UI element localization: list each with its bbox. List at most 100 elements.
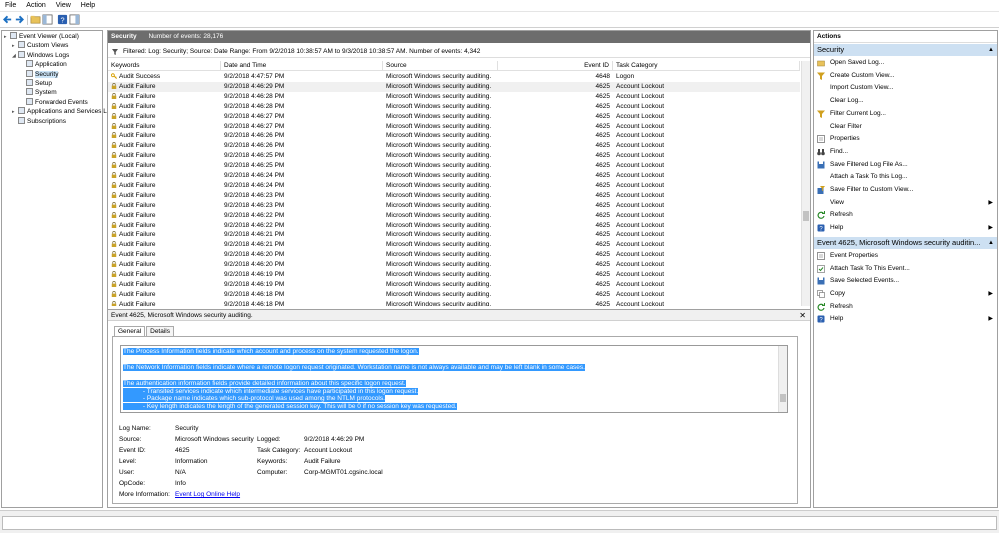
cell-keywords: Audit Failure (111, 270, 156, 280)
tree-item-setup[interactable]: Setup (20, 79, 52, 88)
tree-item-event-viewer-local[interactable]: ▸ Event Viewer (Local) (4, 32, 79, 41)
tree-item-system[interactable]: System (20, 88, 57, 97)
folder-icon (817, 60, 825, 67)
table-row[interactable]: Audit Failure 9/2/2018 4:46:22 PM Microsof… (108, 221, 800, 231)
folder-up-icon[interactable] (30, 14, 41, 25)
table-row[interactable]: Audit Failure 9/2/2018 4:46:27 PM Microsof… (108, 112, 800, 122)
menu-action[interactable]: Action (21, 0, 50, 9)
keyword-text: Audit Failure (119, 261, 156, 269)
column-header-date-and-time[interactable]: Date and Time (221, 61, 383, 71)
column-header-keywords[interactable]: Keywords (108, 61, 221, 71)
forward-arrow-icon[interactable] (14, 14, 25, 25)
table-row[interactable]: Audit Failure 9/2/2018 4:46:24 PM Microsof… (108, 171, 800, 181)
message-line: - Key length indicates the length of the… (123, 403, 457, 411)
scrollbar-thumb[interactable] (780, 394, 786, 402)
keyword-text: Audit Failure (119, 201, 156, 209)
table-row[interactable]: Audit Failure 9/2/2018 4:46:20 PM Microsof… (108, 250, 800, 260)
events-scrollbar[interactable] (801, 61, 810, 306)
table-row[interactable]: Audit Failure 9/2/2018 4:46:19 PM Microsof… (108, 280, 800, 290)
table-row[interactable]: Audit Failure 9/2/2018 4:46:25 PM Microsof… (108, 161, 800, 171)
table-row[interactable]: Audit Failure 9/2/2018 4:46:23 PM Microsof… (108, 201, 800, 211)
scrollbar-thumb[interactable] (803, 211, 809, 221)
action-refresh[interactable]: Refresh (814, 209, 997, 221)
show-hide-tree-icon[interactable] (42, 14, 53, 25)
column-header-task-category[interactable]: Task Category (613, 61, 800, 71)
table-row[interactable]: Audit Failure 9/2/2018 4:46:28 PM Microsof… (108, 102, 800, 112)
message-line: The Process Information fields indicate … (123, 348, 419, 356)
event-message-box[interactable]: The Process Information fields indicate … (120, 345, 788, 413)
table-row[interactable]: Audit Failure 9/2/2018 4:46:29 PM Microsof… (108, 81, 800, 92)
table-row[interactable]: Audit Failure 9/2/2018 4:46:21 PM Microsof… (108, 230, 800, 240)
close-icon[interactable]: ✕ (799, 310, 806, 321)
table-row[interactable]: Audit Failure 9/2/2018 4:46:18 PM Microsof… (108, 300, 800, 306)
action-help[interactable]: ? Help ▶ (814, 313, 997, 325)
menu-view[interactable]: View (51, 0, 76, 9)
action-create-custom-view[interactable]: Create Custom View... (814, 70, 997, 82)
action-clear-filter[interactable]: Clear Filter (814, 121, 997, 133)
collapse-caret-icon[interactable]: ▲ (988, 44, 994, 56)
actions-section-security[interactable]: Security ▲ (814, 44, 997, 56)
table-row[interactable]: Audit Failure 9/2/2018 4:46:23 PM Microsof… (108, 191, 800, 201)
tab-details[interactable]: Details (146, 326, 174, 336)
cell-source: Microsoft Windows security auditing. (386, 122, 492, 130)
event-log-online-help-link[interactable]: Event Log Online Help (175, 489, 240, 500)
action-save-filtered-log-file-as[interactable]: Save Filtered Log File As... (814, 159, 997, 171)
action-view[interactable]: View ▶ (814, 197, 997, 209)
action-find[interactable]: Find... (814, 146, 997, 158)
action-save-filter-to-custom-view[interactable]: Save Filter to Custom View... (814, 184, 997, 196)
table-row[interactable]: Audit Failure 9/2/2018 4:46:25 PM Microsof… (108, 151, 800, 161)
show-hide-action-pane-icon[interactable] (69, 14, 80, 25)
selected-message-text: - Transited services indicate which inte… (123, 387, 419, 395)
table-row[interactable]: Audit Failure 9/2/2018 4:46:22 PM Microsof… (108, 211, 800, 221)
column-header-source[interactable]: Source (383, 61, 498, 71)
action-refresh[interactable]: Refresh (814, 301, 997, 313)
table-row[interactable]: Audit Failure 9/2/2018 4:46:27 PM Microsof… (108, 122, 800, 132)
log-name-title: Security (111, 33, 137, 40)
table-row[interactable]: Audit Failure 9/2/2018 4:46:28 PM Microsof… (108, 92, 800, 102)
action-properties[interactable]: Properties (814, 133, 997, 145)
lock-icon (111, 122, 117, 129)
message-scrollbar[interactable] (778, 346, 787, 412)
lock-icon (111, 241, 117, 248)
collapse-caret-icon[interactable]: ▲ (988, 237, 994, 249)
table-row[interactable]: Audit Failure 9/2/2018 4:46:20 PM Microsof… (108, 260, 800, 270)
back-arrow-icon[interactable] (2, 14, 13, 25)
tree-item-applications-and-services-lo[interactable]: ▸ Applications and Services Lo (12, 107, 110, 116)
tree-item-security[interactable]: Security (20, 69, 59, 79)
action-save-selected-events[interactable]: Save Selected Events... (814, 275, 997, 287)
action-import-custom-view[interactable]: Import Custom View... (814, 82, 997, 94)
actions-section-event[interactable]: Event 4625, Microsoft Windows security a… (814, 236, 997, 249)
cell-keywords: Audit Failure (111, 191, 156, 201)
action-open-saved-log[interactable]: Open Saved Log... (814, 57, 997, 69)
table-row[interactable]: Audit Success 9/2/2018 4:47:57 PM Microsof… (108, 72, 800, 82)
tree-item-custom-views[interactable]: ▸ Custom Views (12, 41, 68, 50)
table-row[interactable]: Audit Failure 9/2/2018 4:46:21 PM Microsof… (108, 240, 800, 250)
table-row[interactable]: Audit Failure 9/2/2018 4:46:26 PM Microsof… (108, 141, 800, 151)
tree-item-subscriptions[interactable]: Subscriptions (12, 116, 66, 126)
menu-help[interactable]: Help (76, 0, 100, 9)
tree-item-windows-logs[interactable]: ◢ Windows Logs (12, 50, 69, 60)
table-row[interactable]: Audit Failure 9/2/2018 4:46:19 PM Microsof… (108, 270, 800, 280)
tree-item-application[interactable]: Application (20, 60, 67, 69)
table-row[interactable]: Audit Failure 9/2/2018 4:46:24 PM Microsof… (108, 181, 800, 191)
action-event-properties[interactable]: Event Properties (814, 250, 997, 262)
table-row[interactable]: Audit Failure 9/2/2018 4:46:18 PM Microsof… (108, 290, 800, 300)
tree-item-forwarded-events[interactable]: Forwarded Events (20, 97, 88, 107)
table-row[interactable]: Audit Failure 9/2/2018 4:46:26 PM Microsof… (108, 131, 800, 141)
cell-event-id: 4625 (595, 251, 610, 259)
column-header-event-id[interactable]: Event ID (498, 61, 613, 71)
subscriptions-icon (18, 116, 25, 124)
action-copy[interactable]: Copy ▶ (814, 288, 997, 300)
action-clear-log[interactable]: Clear Log... (814, 95, 997, 107)
action-filter-current-log[interactable]: Filter Current Log... (814, 108, 997, 120)
action-help[interactable]: ? Help ▶ (814, 222, 997, 234)
cell-date-time: 9/2/2018 4:46:24 PM (224, 172, 285, 179)
action-attach-task-to-this-event[interactable]: Attach Task To This Event... (814, 263, 997, 275)
cell-date-time: 9/2/2018 4:46:18 PM (224, 300, 285, 306)
label-keywords: Keywords: (257, 458, 288, 465)
help-icon[interactable]: ? (57, 14, 68, 25)
keyword-text: Audit Failure (119, 241, 156, 249)
menu-file[interactable]: File (0, 0, 21, 9)
tab-general[interactable]: General (114, 326, 146, 336)
action-attach-a-task-to-this-log[interactable]: Attach a Task To this Log... (814, 171, 997, 183)
